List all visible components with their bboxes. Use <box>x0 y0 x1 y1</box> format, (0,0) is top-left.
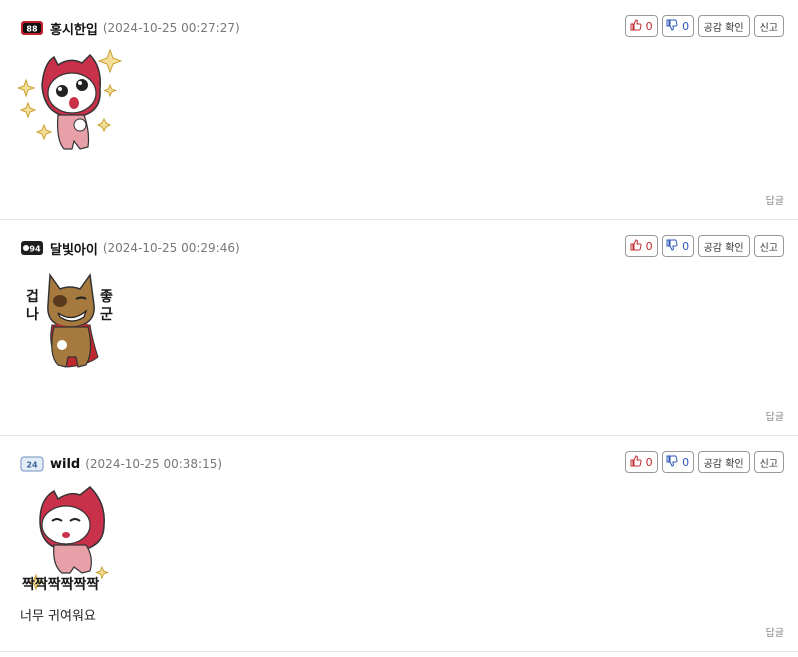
comment-text: 너무 귀여워요 <box>20 609 96 624</box>
report-button[interactable]: 신고 <box>753 15 784 37</box>
like-count: 0 <box>645 455 653 469</box>
thumbs-down-icon <box>666 455 678 470</box>
reply-link[interactable]: 답글 <box>766 192 784 207</box>
thumbs-up-icon <box>630 18 642 34</box>
empathy-check-button[interactable]: 공감 확인 <box>697 235 750 257</box>
sticker-caption-text: 짝짝짝짝짝짝 <box>22 576 99 593</box>
like-count: 0 <box>645 239 653 253</box>
sticker-caption-left-1: 겁 <box>26 288 39 305</box>
comment-actions: 0 0 공감 확인 신고 <box>624 451 784 473</box>
sticker-image <box>16 45 123 160</box>
reply-link[interactable]: 답글 <box>766 408 784 423</box>
sticker-caption-right-1: 좋 <box>100 289 113 305</box>
thumbs-down-icon <box>666 239 678 254</box>
empathy-check-button[interactable]: 공감 확인 <box>697 15 750 37</box>
level-number: 24 <box>26 461 38 470</box>
level-badge-icon: 24 <box>20 455 44 473</box>
comment-item: 24 wild (2024-10-25 00:38:15) 0 0 공감 확인 … <box>0 436 798 652</box>
like-button[interactable]: 0 <box>624 235 658 257</box>
sticker-image: 겁 나 좋 군 <box>18 265 122 380</box>
dislike-button[interactable]: 0 <box>661 235 694 257</box>
empathy-check-button[interactable]: 공감 확인 <box>697 451 750 473</box>
comment-date: (2024-10-25 00:29:46) <box>102 241 240 255</box>
report-button[interactable]: 신고 <box>753 235 784 257</box>
dislike-count: 0 <box>682 19 690 33</box>
comment-date: (2024-10-25 00:27:27) <box>102 21 240 35</box>
like-button[interactable]: 0 <box>624 451 658 473</box>
like-button[interactable]: 0 <box>624 15 658 37</box>
level-number: 88 <box>26 25 38 34</box>
sticker-caption-left-2: 나 <box>26 307 39 323</box>
dislike-count: 0 <box>682 239 690 253</box>
sticker-caption-right-2: 군 <box>100 307 113 323</box>
reply-link[interactable]: 답글 <box>766 624 784 639</box>
thumbs-down-icon <box>666 19 678 34</box>
nickname[interactable]: 달빛아이 <box>50 239 98 258</box>
dislike-count: 0 <box>682 455 690 469</box>
comment-item: 88 홍시한입 (2024-10-25 00:27:27) 0 0 공감 확인 … <box>0 0 798 220</box>
thumbs-up-icon <box>630 454 642 470</box>
level-badge-icon: 94 <box>20 239 44 257</box>
level-badge-icon: 88 <box>20 19 44 37</box>
nickname[interactable]: 홍시한입 <box>50 19 98 38</box>
like-count: 0 <box>645 19 653 33</box>
sticker-image: 짝짝짝짝짝짝 <box>18 481 122 596</box>
dislike-button[interactable]: 0 <box>661 15 694 37</box>
comment-item: 94 달빛아이 (2024-10-25 00:29:46) 0 0 공감 확인 … <box>0 220 798 436</box>
comment-actions: 0 0 공감 확인 신고 <box>624 15 784 37</box>
comment-actions: 0 0 공감 확인 신고 <box>624 235 784 257</box>
level-number: 94 <box>29 245 41 254</box>
dislike-button[interactable]: 0 <box>661 451 694 473</box>
report-button[interactable]: 신고 <box>753 451 784 473</box>
nickname[interactable]: wild <box>50 457 80 472</box>
thumbs-up-icon <box>630 238 642 254</box>
comment-date: (2024-10-25 00:38:15) <box>85 457 223 471</box>
